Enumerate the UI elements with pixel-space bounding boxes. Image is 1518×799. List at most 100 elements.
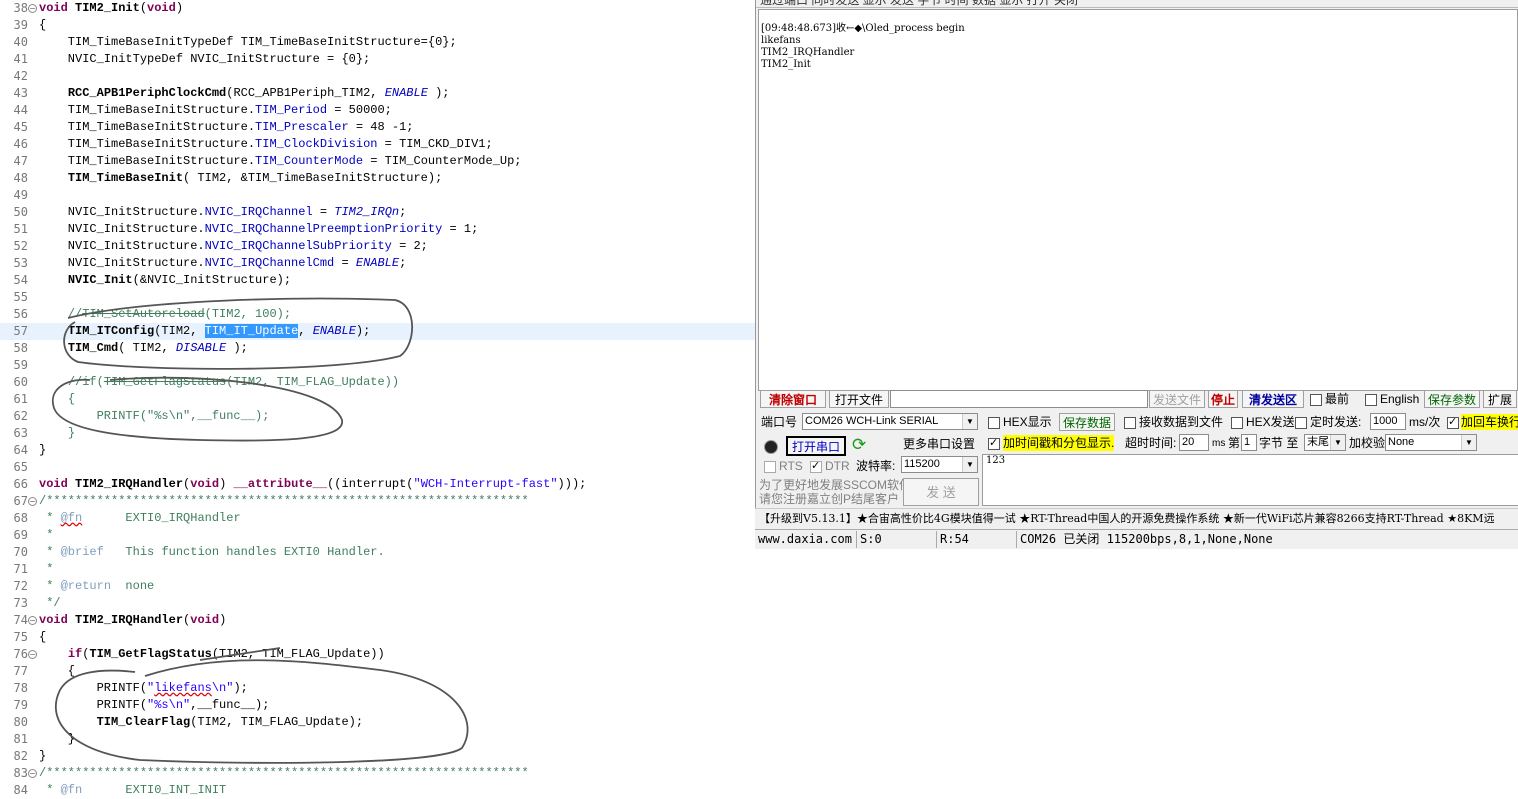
clear-send-button[interactable]: 清发送区 [1242, 390, 1304, 408]
code-text: TIM_TimeBaseInitStructure.TIM_ClockDivis… [39, 137, 493, 151]
code-text: * @fn EXTI0_IRQHandler [39, 511, 241, 525]
port-label: 端口号 [761, 415, 798, 429]
rts-checkbox[interactable] [764, 461, 776, 473]
status-sent: S:0 [857, 531, 937, 548]
dtr-checkbox[interactable] [810, 459, 822, 473]
line-number: 71 [13, 562, 28, 576]
add-crlf-checkbox[interactable] [1447, 415, 1459, 429]
news-ticker[interactable]: 【升级到V5.13.1】★合宙高性价比4G模块值得一试 ★RT-Thread中国… [755, 508, 1518, 529]
clear-window-button[interactable]: 清除窗口 [760, 390, 826, 408]
timed-send-label: 定时发送: [1310, 415, 1362, 429]
code-line[interactable]: 82} [0, 748, 1518, 765]
baud-select[interactable]: 115200 ▼ [901, 456, 978, 473]
code-text: NVIC_InitTypeDef NVIC_InitStructure = {0… [39, 52, 371, 66]
fold-toggle-icon[interactable]: − [28, 616, 37, 625]
receive-area[interactable]: [09:48:48.673]收←◆\Oled_process begin lik… [758, 9, 1518, 391]
status-received: R:54 [937, 531, 1017, 548]
hex-display-checkbox[interactable] [988, 417, 1000, 429]
line-number: 76 [13, 647, 28, 661]
status-bar: www.daxia.com S:0 R:54 COM26 已关闭 115200b… [755, 529, 1518, 549]
more-settings-link[interactable]: 更多串口设置 [903, 436, 975, 452]
code-text: } [39, 443, 47, 457]
receive-line: TIM2_Init [761, 59, 811, 70]
line-number: 64 [13, 443, 28, 457]
timestamp-checkbox[interactable] [988, 436, 1000, 450]
code-line[interactable]: 80 TIM_ClearFlag(TIM2, TIM_FLAG_Update); [0, 714, 1518, 731]
code-text: if(TIM_GetFlagStatus(TIM2, TIM_FLAG_Upda… [67, 647, 385, 661]
code-line[interactable]: 73 */ [0, 595, 1518, 612]
send-text-area[interactable]: 123 [982, 454, 1518, 506]
topmost-checkbox[interactable] [1310, 394, 1322, 406]
fold-toggle-icon[interactable]: − [28, 4, 37, 13]
send-file-button[interactable]: 发送文件 [1149, 390, 1205, 408]
fold-toggle-icon[interactable]: − [28, 769, 37, 778]
expand-button[interactable]: 扩展 [1483, 390, 1517, 408]
line-number: 72 [13, 579, 28, 593]
receive-line: [09:48:48.673]收←◆\Oled_process begin [761, 23, 965, 34]
line-number: 80 [13, 715, 28, 729]
chevron-down-icon: ▼ [1461, 435, 1476, 450]
code-text: } [39, 732, 76, 746]
open-port-button[interactable]: 打开串口 [786, 436, 846, 456]
line-number: 39 [13, 18, 28, 32]
code-text: void TIM2_IRQHandler(void) __attribute__… [39, 477, 587, 491]
code-line[interactable]: 75 { [0, 629, 1518, 646]
code-line[interactable]: 72 * @return none [0, 578, 1518, 595]
timed-send-checkbox[interactable] [1295, 417, 1307, 429]
checksum-select[interactable]: None ▼ [1385, 434, 1477, 451]
line-number: 41 [13, 52, 28, 66]
code-text: PRINTF("%s\n",__func__); [96, 409, 270, 423]
dtr-label: DTR [825, 459, 850, 473]
code-line[interactable]: 81 } [0, 731, 1518, 748]
code-line[interactable]: 83−/************************************… [0, 765, 1518, 782]
chevron-down-icon: ▼ [962, 414, 977, 429]
end-select[interactable]: 末尾 ▼ [1304, 434, 1346, 451]
port-select[interactable]: COM26 WCH-Link SERIAL ▼ [802, 413, 978, 430]
receive-to-file-checkbox[interactable] [1124, 417, 1136, 429]
english-checkbox[interactable] [1365, 394, 1377, 406]
code-text: } [67, 426, 76, 440]
add-crlf-label: 加回车换行 [1461, 414, 1518, 430]
code-text: * [39, 528, 54, 542]
stop-button[interactable]: 停止 [1208, 390, 1238, 408]
file-path-input[interactable] [890, 390, 1148, 408]
port-value: COM26 WCH-Link SERIAL [805, 415, 939, 427]
interval-input[interactable]: 1000 [1370, 413, 1406, 430]
code-line[interactable]: 78 PRINTF("likefans\n"); [0, 680, 1518, 697]
line-number: 60 [13, 375, 28, 389]
line-number: 63 [13, 426, 28, 440]
end-value: 末尾 [1307, 436, 1329, 448]
line-number: 47 [13, 154, 28, 168]
code-line[interactable]: 76− if(TIM_GetFlagStatus(TIM2, TIM_FLAG_… [0, 646, 1518, 663]
code-line[interactable]: 77 { [0, 663, 1518, 680]
line-number: 49 [13, 188, 28, 202]
line-number: 67 [13, 494, 28, 508]
record-icon [764, 440, 778, 454]
line-number: 40 [13, 35, 28, 49]
send-button[interactable]: 发 送 [903, 478, 979, 506]
line-number: 52 [13, 239, 28, 253]
promo-text[interactable]: 为了更好地发展SSCOM软件 请您注册嘉立创P结尾客户 [759, 478, 911, 506]
hex-send-checkbox[interactable] [1231, 417, 1243, 429]
fold-toggle-icon[interactable]: − [28, 497, 37, 506]
save-data-button[interactable]: 保存数据 [1059, 413, 1115, 431]
status-site[interactable]: www.daxia.com [755, 531, 857, 548]
fold-toggle-icon[interactable]: − [28, 650, 37, 659]
baud-value: 115200 [904, 458, 940, 470]
code-text: TIM_TimeBaseInitStructure.TIM_Prescaler … [39, 120, 414, 134]
code-text: { [39, 18, 47, 32]
save-params-button[interactable]: 保存参数 [1424, 390, 1480, 408]
code-line[interactable]: 74− void TIM2_IRQHandler(void) [0, 612, 1518, 629]
open-file-button[interactable]: 打开文件 [829, 390, 889, 408]
line-number: 62 [13, 409, 28, 423]
code-line[interactable]: 79 PRINTF("%s\n",__func__); [0, 697, 1518, 714]
code-text: TIM_TimeBaseInit( TIM2, &TIM_TimeBaseIni… [67, 171, 443, 185]
timeout-input[interactable]: 20 [1179, 434, 1209, 451]
nth-input[interactable]: 1 [1241, 434, 1257, 451]
line-number: 42 [13, 69, 28, 83]
status-port-state: COM26 已关闭 115200bps,8,1,None,None [1020, 532, 1273, 546]
chevron-down-icon: ▼ [962, 457, 977, 472]
refresh-icon[interactable]: ⟳ [852, 435, 866, 455]
code-text: PRINTF("likefans\n"); [39, 681, 248, 695]
code-line[interactable]: 71 * [0, 561, 1518, 578]
